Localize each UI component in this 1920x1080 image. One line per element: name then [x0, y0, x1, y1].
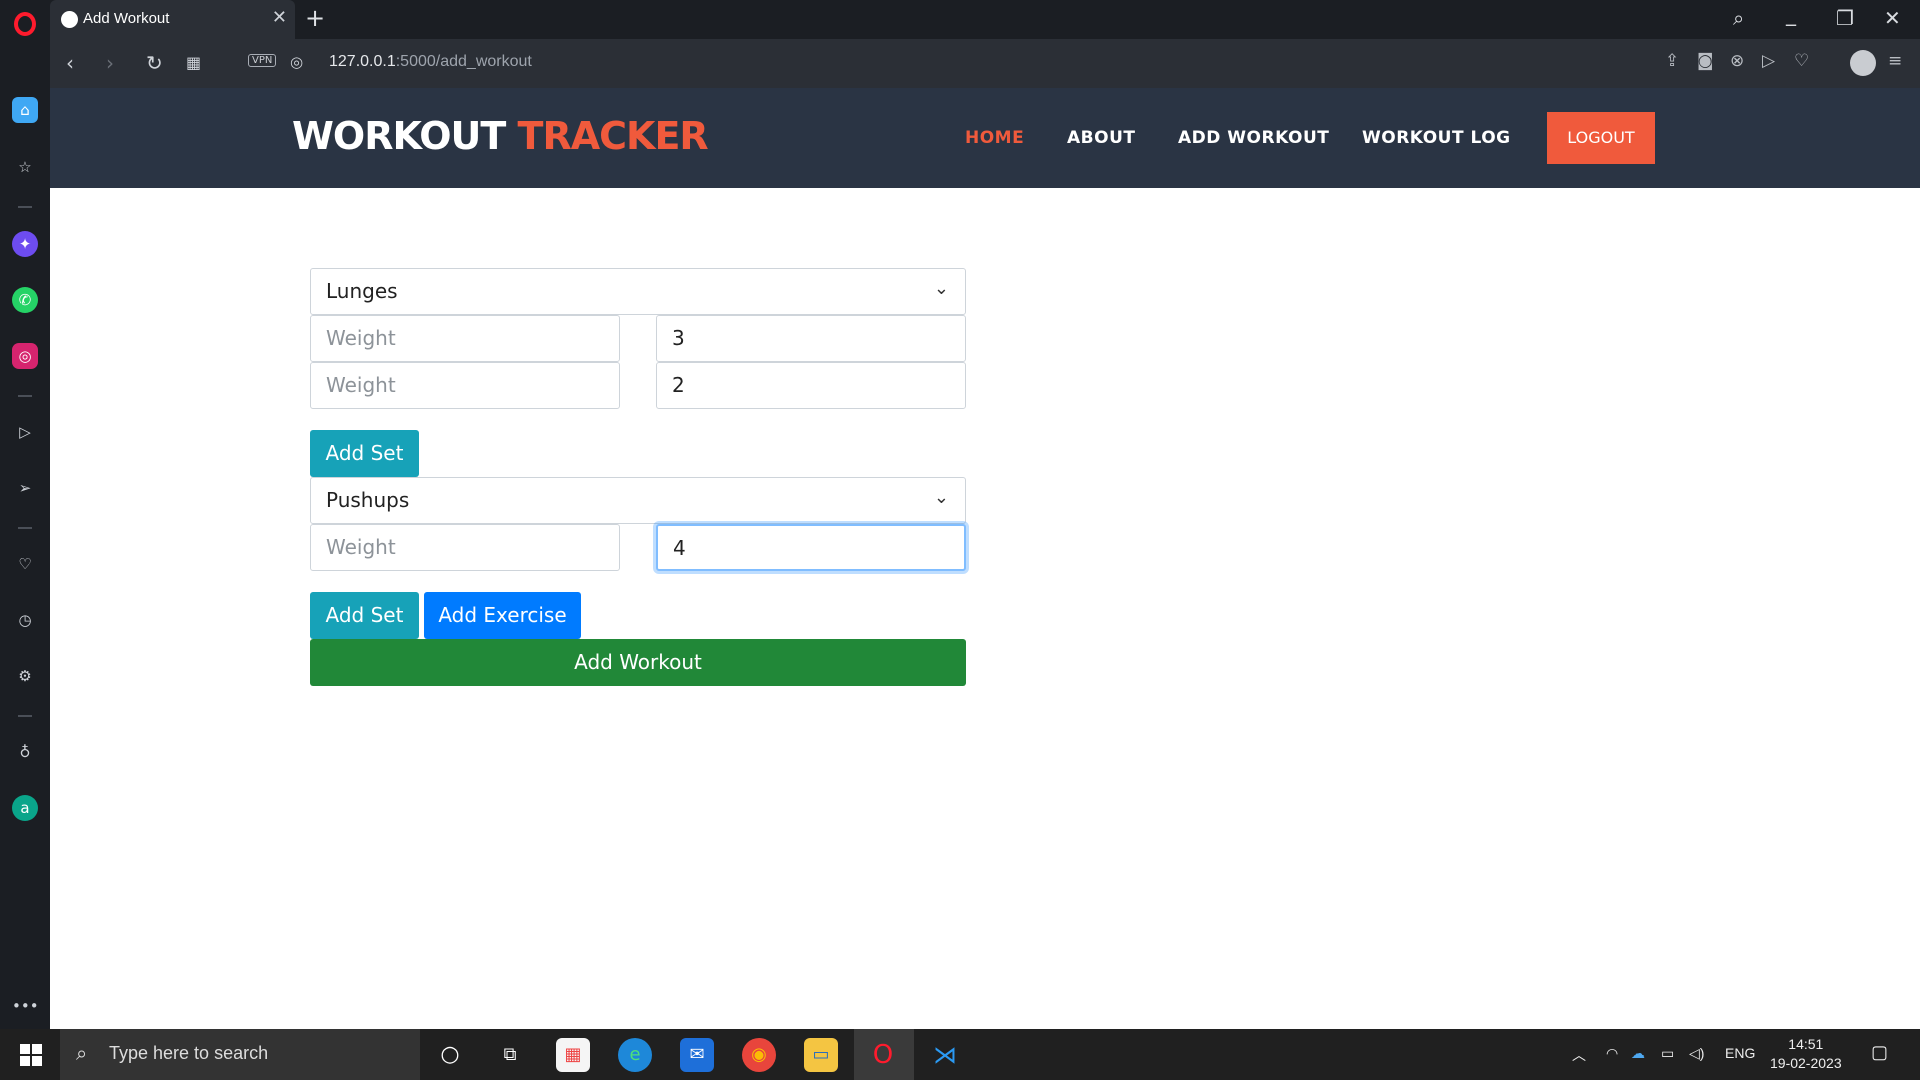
flow-send-icon[interactable]: ▷ [1762, 51, 1775, 71]
sidebar-separator [18, 527, 32, 529]
browser-tab-add-workout[interactable]: Add Workout ✕ [50, 0, 295, 39]
reload-icon[interactable]: ↻ [146, 51, 163, 75]
sidebar-separator [18, 395, 32, 397]
weight-input[interactable]: Weight [310, 524, 620, 571]
chevron-down-icon: ⌄ [933, 278, 949, 299]
sidebar-separator [18, 206, 32, 208]
lightbulb-icon[interactable]: ♁ [12, 739, 38, 765]
task-view-icon[interactable]: ⧉ [493, 1038, 527, 1072]
share-icon[interactable]: ⇪ [1665, 51, 1679, 71]
opera-taskbar-icon[interactable]: O [866, 1038, 900, 1072]
reps-input[interactable]: 3 [656, 315, 966, 362]
tab-title: Add Workout [83, 10, 170, 27]
logout-button[interactable]: LOGOUT [1547, 112, 1655, 164]
back-icon[interactable]: ‹ [66, 51, 74, 75]
new-tab-button[interactable]: + [305, 4, 325, 32]
app-icon[interactable]: a [12, 795, 38, 821]
player-icon[interactable]: ▷ [12, 419, 38, 445]
adblock-icon[interactable]: ⊗ [1730, 51, 1744, 71]
opera-logo-icon[interactable] [14, 12, 36, 36]
notifications-icon[interactable]: ▢ [1871, 1042, 1888, 1063]
windows-taskbar: ⌕ Type here to search ○ ⧉ ▦ e ✉ ◉ ▭ O ⋊ … [0, 1029, 1920, 1080]
brand-accent: TRACKER [517, 114, 709, 158]
bookmarks-heart-icon[interactable]: ♡ [12, 551, 38, 577]
weight-input[interactable]: Weight [310, 315, 620, 362]
onedrive-icon[interactable]: ☁ [1631, 1045, 1645, 1062]
profile-avatar[interactable] [1850, 50, 1876, 76]
chrome-icon[interactable]: ◉ [742, 1038, 776, 1072]
snapshot-icon[interactable]: ◙ [1697, 51, 1714, 71]
restore-icon[interactable]: ❐ [1836, 6, 1854, 30]
url-path: :5000/add_workout [395, 53, 532, 70]
nav-home[interactable]: HOME [965, 128, 1024, 148]
easy-setup-icon[interactable]: ≡ [1888, 51, 1902, 71]
star-icon[interactable]: ☆ [12, 154, 38, 180]
sidebar-separator [18, 715, 32, 717]
site-brand[interactable]: WORKOUT TRACKER [292, 114, 709, 158]
search-tabs-icon[interactable]: ⌕ [1733, 6, 1744, 30]
clock-date: 19-02-2023 [1770, 1055, 1842, 1071]
exercise-select-value: Pushups [326, 488, 410, 512]
send-icon[interactable]: ➢ [12, 475, 38, 501]
exercise-select-2[interactable]: Pushups ⌄ [310, 477, 966, 524]
file-explorer-icon[interactable]: ▭ [804, 1038, 838, 1072]
chevron-down-icon: ⌄ [933, 487, 949, 508]
exercise-select-1[interactable]: Lunges ⌄ [310, 268, 966, 315]
site-info-icon[interactable]: ◎ [290, 53, 303, 71]
settings-gear-icon[interactable]: ⚙ [12, 663, 38, 689]
whatsapp-icon[interactable]: ✆ [12, 287, 38, 313]
address-bar: ‹ › ↻ ▦ VPN ◎ 127.0.0.1:5000/add_workout… [50, 39, 1920, 88]
web-page: WORKOUT TRACKER HOME ABOUT ADD WORKOUT W… [50, 88, 1920, 1029]
taskbar-search-placeholder: Type here to search [109, 1043, 269, 1063]
vscode-icon[interactable]: ⋊ [928, 1038, 962, 1072]
exercise-select-value: Lunges [326, 279, 398, 303]
tab-close-icon[interactable]: ✕ [272, 7, 287, 28]
add-set-button[interactable]: Add Set [310, 592, 419, 639]
globe-icon [61, 11, 78, 28]
language-indicator[interactable]: ENG [1725, 1045, 1755, 1061]
volume-icon[interactable]: ◁) [1689, 1045, 1704, 1062]
history-icon[interactable]: ◷ [12, 607, 38, 633]
add-workout-submit-button[interactable]: Add Workout [310, 639, 966, 686]
vpn-badge[interactable]: VPN [248, 54, 277, 67]
close-window-icon[interactable]: ✕ [1884, 6, 1901, 30]
url-host: 127.0.0.1 [329, 53, 396, 70]
windows-start-icon[interactable] [20, 1044, 42, 1066]
add-set-button[interactable]: Add Set [310, 430, 419, 477]
reps-input[interactable]: 2 [656, 362, 966, 409]
url-field[interactable]: 127.0.0.1:5000/add_workout [329, 53, 532, 71]
home-icon[interactable]: ⌂ [12, 97, 38, 123]
more-icon[interactable]: ••• [12, 993, 39, 1019]
cortana-icon[interactable]: ○ [433, 1038, 467, 1072]
clock-time: 14:51 [1788, 1036, 1824, 1052]
mail-icon[interactable]: ✉ [680, 1038, 714, 1072]
nav-about[interactable]: ABOUT [1067, 128, 1135, 148]
edge-icon[interactable]: e [618, 1038, 652, 1072]
add-exercise-button[interactable]: Add Exercise [424, 592, 581, 639]
nav-workout-log[interactable]: WORKOUT LOG [1362, 128, 1511, 148]
opera-sidebar: ⌂ ☆ ✦ ✆ ◎ ▷ ➢ ♡ ◷ ⚙ ♁ a ••• [0, 39, 50, 1029]
bookmark-heart-icon[interactable]: ♡ [1794, 51, 1809, 71]
nav-add-workout[interactable]: ADD WORKOUT [1178, 128, 1329, 148]
reps-input-focused[interactable]: 4 [656, 524, 966, 571]
site-header: WORKOUT TRACKER HOME ABOUT ADD WORKOUT W… [50, 88, 1920, 188]
weight-input[interactable]: Weight [310, 362, 620, 409]
speed-dial-icon[interactable]: ▦ [186, 53, 201, 72]
tray-chevron-icon[interactable]: ︿ [1572, 1045, 1586, 1065]
wifi-icon[interactable]: ◠ [1606, 1045, 1618, 1062]
taskbar-search[interactable]: ⌕ Type here to search [60, 1029, 420, 1080]
forward-icon[interactable]: › [106, 51, 114, 75]
search-icon: ⌕ [76, 1041, 88, 1065]
taskbar-clock[interactable]: 14:51 19-02-2023 [1770, 1035, 1842, 1073]
microsoft-store-icon[interactable]: ▦ [556, 1038, 590, 1072]
battery-icon[interactable]: ▭ [1661, 1045, 1674, 1062]
instagram-icon[interactable]: ◎ [12, 343, 38, 369]
brand-main: WORKOUT [292, 114, 506, 158]
browser-tab-bar: Add Workout ✕ + ⌕ _ ❐ ✕ [0, 0, 1920, 39]
messenger-icon[interactable]: ✦ [12, 231, 38, 257]
minimize-icon[interactable]: _ [1786, 2, 1796, 26]
